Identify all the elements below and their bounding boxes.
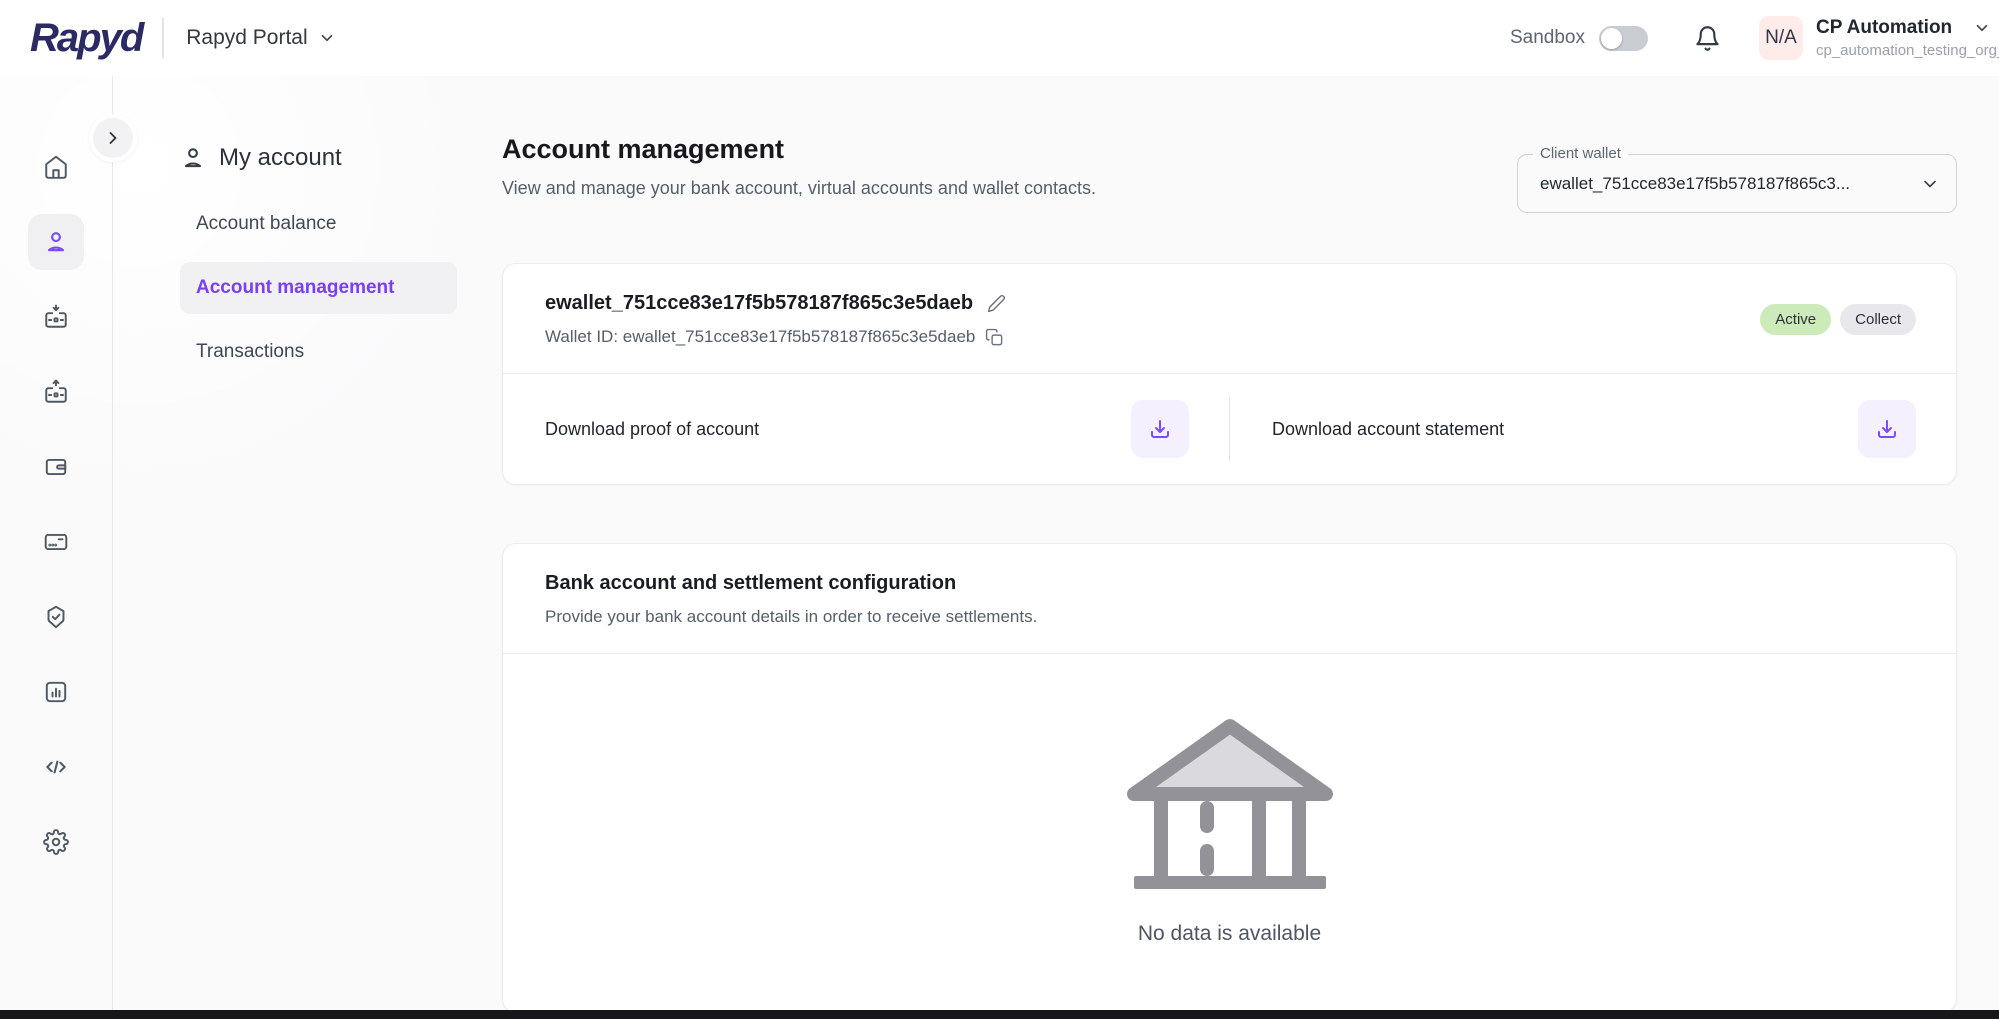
org-menu[interactable]: CP Automation cp_automation_testing_org_…: [1816, 17, 1999, 59]
nav-item-account-balance[interactable]: Account balance: [180, 198, 457, 250]
bar-chart-icon: [43, 679, 69, 705]
bottom-bar: [0, 1010, 1999, 1019]
page-subtitle: View and manage your bank account, virtu…: [502, 178, 1096, 199]
chevron-down-icon: [1920, 174, 1940, 194]
portal-label: Rapyd Portal: [186, 26, 307, 50]
wallet-title: ewallet_751cce83e17f5b578187f865c3e5daeb: [545, 292, 973, 315]
client-wallet-value: ewallet_751cce83e17f5b578187f865c3...: [1540, 174, 1850, 194]
code-icon: [43, 754, 69, 780]
status-badge-active: Active: [1760, 304, 1831, 335]
sandbox-label: Sandbox: [1510, 27, 1585, 49]
sidebar-item-developers[interactable]: [28, 739, 84, 795]
header-divider: [162, 18, 164, 58]
sidebar-item-verification[interactable]: [28, 589, 84, 645]
rapyd-logo: Rapyd: [30, 16, 162, 61]
wallet-card: ewallet_751cce83e17f5b578187f865c3e5daeb…: [502, 263, 1957, 485]
nav-item-transactions[interactable]: Transactions: [180, 326, 457, 378]
download-proof-label: Download proof of account: [545, 419, 759, 440]
body-row: My account Account balance Account manag…: [0, 76, 1999, 1019]
download-proof-button[interactable]: [1131, 400, 1189, 458]
client-wallet-label: Client wallet: [1533, 145, 1628, 162]
icon-sidebar: [0, 76, 113, 1019]
download-proof-row: Download proof of account: [503, 400, 1229, 458]
gear-icon: [43, 829, 69, 855]
download-statement-row: Download account statement: [1230, 400, 1956, 458]
sandbox-toggle[interactable]: [1599, 26, 1648, 51]
sidebar-item-my-account[interactable]: [28, 214, 84, 270]
user-icon: [43, 229, 69, 255]
wallet-badges: Active Collect: [1760, 304, 1916, 335]
org-name: CP Automation: [1816, 17, 1952, 39]
toggle-knob: [1601, 28, 1622, 49]
chevron-down-icon: [1973, 19, 1999, 37]
wallet-icon: [43, 454, 69, 480]
empty-state: No data is available: [503, 654, 1956, 946]
page-title-block: Account management View and manage your …: [502, 134, 1096, 199]
header-right-group: Sandbox N/A CP Automation cp_automation_…: [1510, 16, 1999, 60]
page-title: Account management: [502, 134, 1096, 165]
bell-icon: [1694, 25, 1721, 52]
download-statement-button[interactable]: [1858, 400, 1916, 458]
org-id: cp_automation_testing_org_3: [1816, 42, 1999, 59]
sidebar-item-payout[interactable]: [28, 364, 84, 420]
card-arrow-up-icon: [43, 379, 69, 405]
bank-config-subtitle: Provide your bank account details in ord…: [545, 607, 1914, 627]
download-statement-label: Download account statement: [1272, 419, 1504, 440]
edit-wallet-name-button[interactable]: [987, 294, 1006, 313]
shield-check-icon: [43, 604, 69, 630]
copy-wallet-id-button[interactable]: [985, 328, 1004, 347]
bank-config-title: Bank account and settlement configuratio…: [545, 572, 1914, 595]
portal-switcher[interactable]: Rapyd Portal: [186, 26, 335, 50]
main-header: Account management View and manage your …: [502, 134, 1957, 213]
nav-item-account-management[interactable]: Account management: [180, 262, 457, 314]
app-window: Rapyd Rapyd Portal Sandbox N/A CP Automa…: [0, 0, 1999, 1019]
chevron-down-icon: [318, 29, 336, 47]
card-arrow-down-icon: [43, 304, 69, 330]
user-icon: [180, 145, 206, 171]
chevron-right-icon: [103, 128, 123, 148]
sidebar-item-wallet[interactable]: [28, 439, 84, 495]
main-panel: Account management View and manage your …: [502, 76, 1957, 1019]
status-badge-collect: Collect: [1840, 304, 1916, 335]
pencil-icon: [987, 294, 1006, 313]
sidebar-item-analytics[interactable]: [28, 664, 84, 720]
notifications-button[interactable]: [1694, 25, 1721, 52]
card-icon: [43, 529, 69, 555]
wallet-id-text: Wallet ID: ewallet_751cce83e17f5b578187f…: [545, 327, 975, 347]
sidebar-item-settings[interactable]: [28, 814, 84, 870]
download-icon: [1875, 417, 1899, 441]
bank-config-card: Bank account and settlement configuratio…: [502, 543, 1957, 1013]
content-area: My account Account balance Account manag…: [113, 76, 1999, 1019]
home-icon: [43, 154, 69, 180]
sidebar-item-cards[interactable]: [28, 514, 84, 570]
empty-state-text: No data is available: [1138, 922, 1321, 946]
client-wallet-select[interactable]: Client wallet ewallet_751cce83e17f5b5781…: [1517, 154, 1957, 213]
download-icon: [1148, 417, 1172, 441]
sidebar-item-home[interactable]: [28, 139, 84, 195]
wallet-card-info: ewallet_751cce83e17f5b578187f865c3e5daeb…: [545, 292, 1006, 347]
top-header: Rapyd Rapyd Portal Sandbox N/A CP Automa…: [0, 0, 1999, 76]
sidebar-collapse-button[interactable]: [89, 114, 137, 162]
copy-icon: [985, 328, 1004, 347]
secondary-nav-heading: My account: [180, 144, 457, 172]
secondary-nav: My account Account balance Account manag…: [180, 76, 457, 1019]
sidebar-item-collect[interactable]: [28, 289, 84, 345]
avatar[interactable]: N/A: [1759, 16, 1803, 60]
secondary-nav-title: My account: [219, 144, 342, 172]
bank-icon: [1124, 716, 1336, 898]
